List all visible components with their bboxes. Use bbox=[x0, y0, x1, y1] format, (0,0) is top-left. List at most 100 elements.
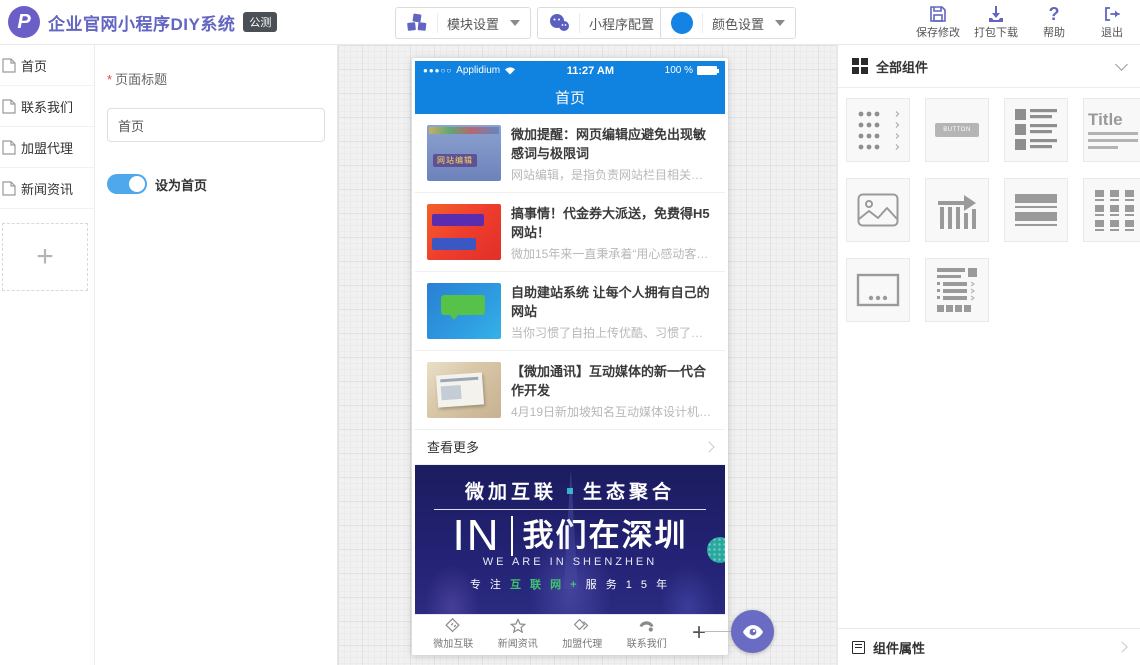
button-chip: BUTTON bbox=[935, 123, 979, 137]
phone-tabbar: 微加互联 新闻资讯 加盟代理 联系我们 + bbox=[415, 614, 725, 652]
connector-line bbox=[700, 631, 734, 632]
news-item[interactable]: 自助建站系统 让每个人拥有自己的网站 当你习惯了自拍上传优酷、习惯了写点小... bbox=[415, 272, 725, 351]
component-tiles: BUTTON Title bbox=[838, 88, 1140, 322]
sidebar-item-label: 首页 bbox=[21, 56, 47, 75]
view-more-button[interactable]: 查看更多 bbox=[415, 430, 725, 465]
phone-nav-title: 首页 bbox=[415, 81, 725, 114]
component-list-rows[interactable] bbox=[846, 98, 910, 162]
news-item[interactable]: 搞事情！代金券大派送，免费得H5网站！ 微加15年来一直秉承着“用心感动客户！”… bbox=[415, 193, 725, 272]
component-carousel[interactable] bbox=[846, 258, 910, 322]
exit-icon bbox=[1103, 3, 1121, 23]
grid-icon bbox=[852, 58, 868, 74]
preview-eye-button[interactable] bbox=[731, 610, 774, 653]
component-grid[interactable] bbox=[1083, 178, 1140, 242]
sidebar-item-news[interactable]: 新闻资讯 bbox=[0, 168, 94, 209]
tab-label: 新闻资讯 bbox=[498, 635, 538, 650]
tab-agency[interactable]: 加盟代理 bbox=[550, 617, 615, 650]
color-swatch-icon bbox=[671, 12, 693, 34]
news-list: 网站编辑 微加提醒：网页编辑应避免出现敏感词与极限词 网站编辑，是指负责网站栏目… bbox=[415, 114, 725, 430]
required-mark: * bbox=[107, 72, 112, 87]
component-rich-list[interactable] bbox=[925, 258, 989, 322]
grid-3x3-icon bbox=[1093, 188, 1137, 232]
toggle-knob bbox=[129, 176, 145, 192]
image-icon bbox=[857, 193, 899, 227]
cubes-icon bbox=[406, 13, 428, 33]
thumbnail-caption: 网站编辑 bbox=[433, 154, 477, 167]
page-settings-panel: *页面标题 设为首页 bbox=[95, 45, 338, 665]
page-title-input[interactable] bbox=[107, 108, 325, 142]
brand: P 企业官网小程序DIY系统 公测 bbox=[8, 6, 277, 38]
news-item[interactable]: 网站编辑 微加提醒：网页编辑应避免出现敏感词与极限词 网站编辑，是指负责网站栏目… bbox=[415, 114, 725, 193]
top-actions: 保存修改 打包下载 ? 帮助 退出 bbox=[916, 3, 1134, 40]
color-settings-button[interactable]: 颜色设置 bbox=[660, 7, 796, 39]
eye-icon bbox=[742, 624, 764, 640]
news-title: 自助建站系统 让每个人拥有自己的网站 bbox=[511, 283, 713, 321]
clock-label: 11:27 AM bbox=[520, 65, 661, 77]
chevron-down-icon bbox=[1115, 58, 1128, 71]
wifi-icon bbox=[504, 66, 516, 75]
help-button[interactable]: ? 帮助 bbox=[1032, 3, 1076, 40]
news-thumbnail bbox=[427, 204, 501, 260]
news-desc: 4月19日新加坡知名互动媒体设计机构Pinh... bbox=[511, 403, 713, 420]
component-title-text[interactable]: Title bbox=[1083, 98, 1140, 162]
tab-label: 加盟代理 bbox=[562, 635, 602, 650]
tab-contact[interactable]: 联系我们 bbox=[615, 617, 680, 650]
component-image[interactable] bbox=[846, 178, 910, 242]
news-desc: 当你习惯了自拍上传优酷、习惯了写点小... bbox=[511, 324, 713, 341]
save-button[interactable]: 保存修改 bbox=[916, 3, 960, 40]
title-word: Title bbox=[1088, 111, 1123, 128]
rich-list-icon bbox=[935, 267, 979, 313]
tab-news[interactable]: 新闻资讯 bbox=[486, 617, 551, 650]
module-settings-label: 模块设置 bbox=[447, 14, 499, 33]
component-banner-bars[interactable] bbox=[1004, 178, 1068, 242]
module-settings-button[interactable]: 模块设置 bbox=[395, 7, 531, 39]
tab-label: 联系我们 bbox=[627, 635, 667, 650]
set-home-toggle[interactable] bbox=[107, 174, 147, 194]
sidebar-item-contact[interactable]: 联系我们 bbox=[0, 86, 94, 127]
download-icon bbox=[987, 3, 1005, 23]
add-tab-button[interactable]: + bbox=[679, 619, 719, 647]
page-icon bbox=[2, 140, 16, 155]
brand-diamond-icon bbox=[445, 617, 462, 634]
news-item[interactable]: 【微加通讯】互动媒体的新一代合作开发 4月19日新加坡知名互动媒体设计机构Pin… bbox=[415, 351, 725, 430]
component-chart-arrow[interactable] bbox=[925, 178, 989, 242]
sidebar-item-home[interactable]: 首页 bbox=[0, 45, 94, 86]
component-button[interactable]: BUTTON bbox=[925, 98, 989, 162]
image-text-list-icon bbox=[1014, 108, 1058, 152]
chevron-right-icon bbox=[703, 441, 714, 452]
sidebar-item-label: 加盟代理 bbox=[21, 138, 73, 157]
tab-label: 微加互联 bbox=[433, 635, 473, 650]
add-page-button[interactable]: + bbox=[2, 223, 88, 291]
battery-icon bbox=[697, 66, 717, 75]
news-title: 微加提醒：网页编辑应避免出现敏感词与极限词 bbox=[511, 125, 713, 163]
set-home-label: 设为首页 bbox=[155, 175, 207, 194]
save-label: 保存修改 bbox=[916, 24, 960, 40]
download-button[interactable]: 打包下载 bbox=[974, 3, 1018, 40]
beta-badge: 公测 bbox=[243, 12, 277, 32]
divider bbox=[437, 13, 438, 33]
components-panel: 全部组件 BUTTON bbox=[837, 45, 1140, 665]
page-title-label: *页面标题 bbox=[107, 69, 323, 88]
news-title: 搞事情！代金券大派送，免费得H5网站！ bbox=[511, 204, 713, 242]
component-image-text-list[interactable] bbox=[1004, 98, 1068, 162]
page-icon bbox=[2, 58, 16, 73]
promo-banner[interactable]: 微加互联 生态聚合 IN 我们在深圳 WE ARE IN SHENZHEN 专 … bbox=[415, 465, 725, 614]
chevron-down-icon bbox=[510, 20, 520, 26]
sidebar-item-agency[interactable]: 加盟代理 bbox=[0, 127, 94, 168]
exit-button[interactable]: 退出 bbox=[1090, 3, 1134, 40]
list-rows-icon bbox=[855, 108, 901, 152]
components-header[interactable]: 全部组件 bbox=[838, 45, 1140, 88]
sidebar-item-label: 新闻资讯 bbox=[21, 179, 73, 198]
save-icon bbox=[929, 3, 947, 23]
battery-percent: 100 % bbox=[665, 65, 693, 76]
title-tile: Title bbox=[1084, 111, 1140, 149]
news-desc: 网站编辑，是指负责网站栏目相关内容的... bbox=[511, 166, 713, 183]
tab-weijia[interactable]: 微加互联 bbox=[421, 617, 486, 650]
signal-icon: ●●●○○ bbox=[423, 66, 452, 75]
help-icon: ? bbox=[1049, 3, 1060, 23]
app-logo-icon: P bbox=[8, 6, 40, 38]
pages-sidebar: 首页 联系我们 加盟代理 新闻资讯 + bbox=[0, 45, 95, 665]
news-thumbnail bbox=[427, 283, 501, 339]
component-properties-bar[interactable]: 组件属性 bbox=[838, 628, 1140, 665]
phone-status-bar: ●●●○○ Applidium 11:27 AM 100 % bbox=[415, 61, 725, 81]
